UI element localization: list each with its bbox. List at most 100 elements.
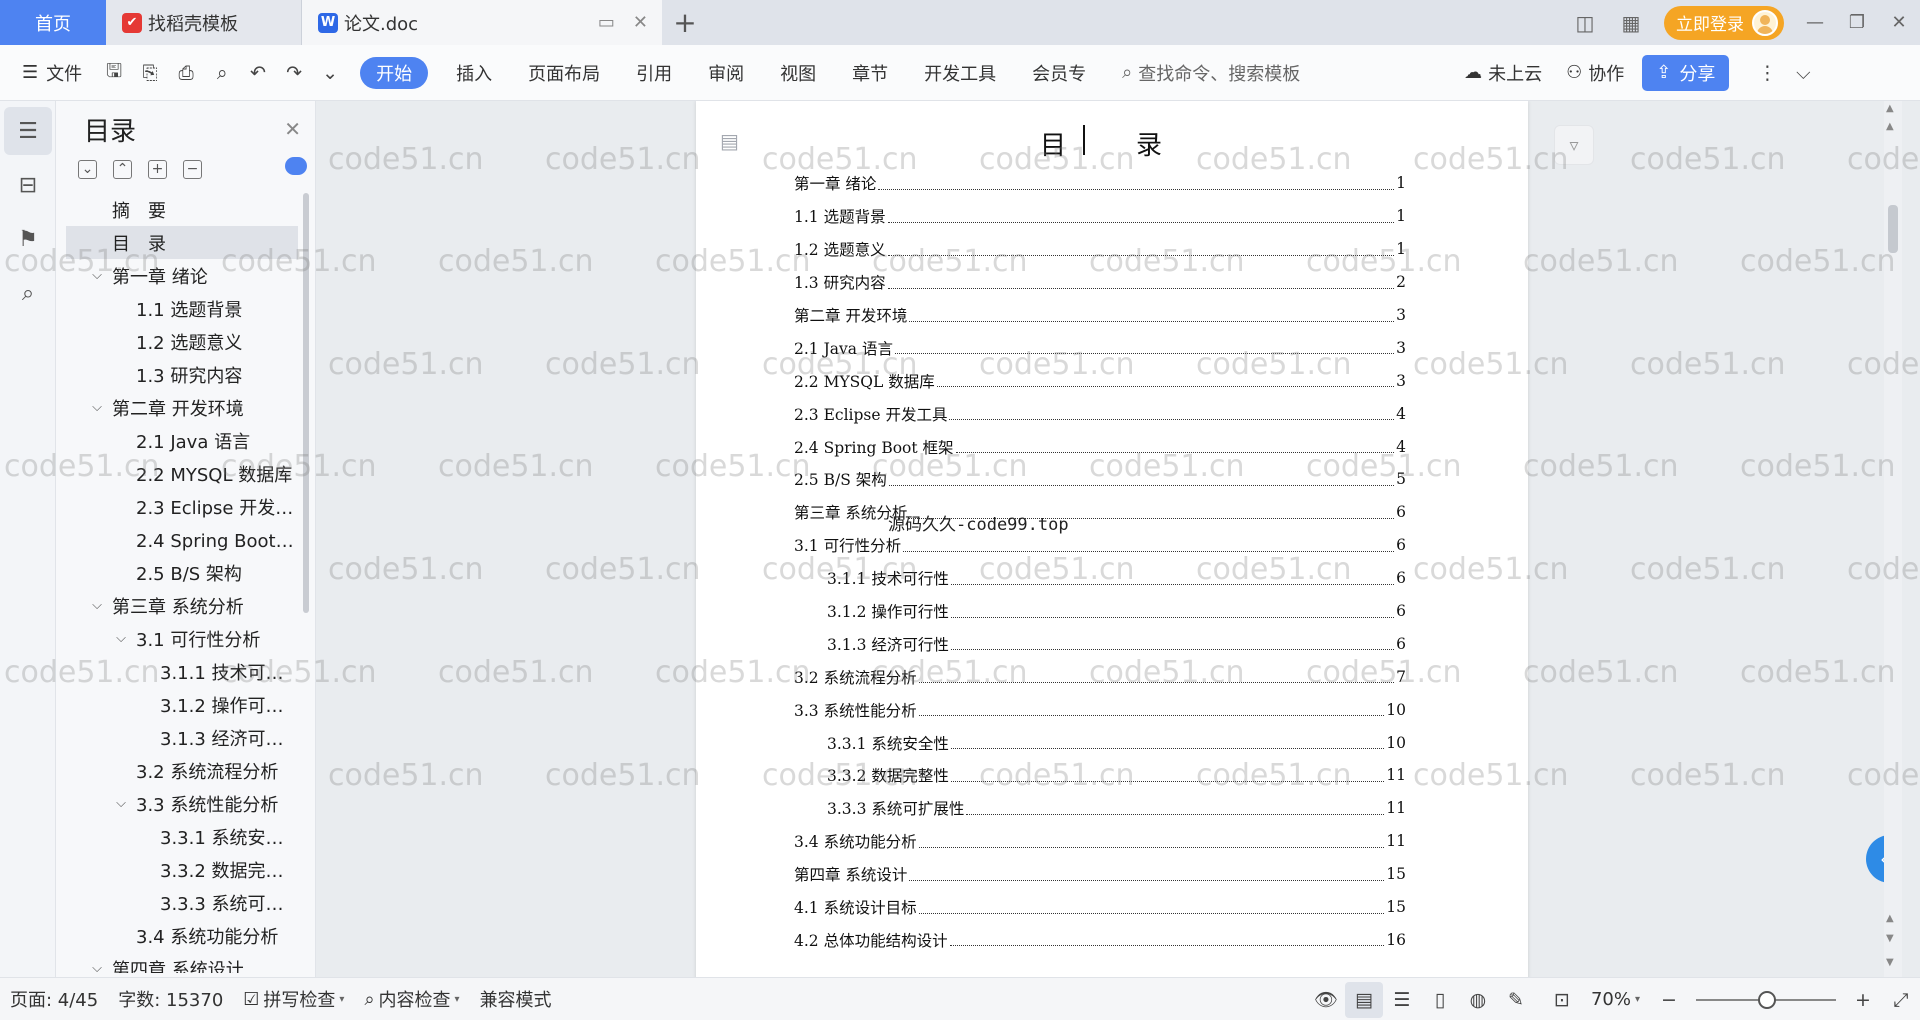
close-window-icon[interactable]: ✕ [1878,0,1920,45]
zoom-slider-knob[interactable] [1758,990,1776,1009]
toc-entry[interactable]: 3.1 可行性分析 6 [794,529,1406,562]
toc-entry[interactable]: 3.4 系统功能分析 11 [794,825,1406,858]
print-preview-icon[interactable]: ⌕ [204,55,240,91]
toc-entry[interactable]: 2.3 Eclipse 开发工具 4 [794,397,1406,430]
outline-item[interactable]: 2.3 Eclipse 开发工具 [66,490,298,523]
toc-entry[interactable]: 3.3 系统性能分析 10 [794,693,1406,726]
toc-entry[interactable]: 3.3.1 系统安全性 10 [794,726,1406,759]
outline-item[interactable]: 2.2 MYSQL 数据库 [66,457,298,490]
cloud-status-button[interactable]: ☁ 未上云 [1452,60,1554,86]
word-count[interactable]: 字数: 15370 [108,986,233,1012]
chevron-down-icon[interactable]: ⌵ [88,400,106,415]
tab-section[interactable]: 章节 [834,57,906,89]
remove-heading-icon[interactable]: − [183,159,202,179]
monitor-icon[interactable]: ▭ [598,12,615,33]
login-button[interactable]: 立即登录 [1664,5,1784,40]
new-tab-button[interactable]: + [662,0,708,45]
outline-item[interactable]: 3.2 系统流程分析 [66,754,298,787]
outline-item[interactable]: 2.4 Spring Boot 框架 [66,523,298,556]
restore-icon[interactable]: ❐ [1836,0,1878,45]
reading-view-icon[interactable]: ▯ [1421,982,1459,1018]
export-pdf-icon[interactable]: ⎘ [132,55,168,91]
outline-item[interactable]: ⌵ 第一章 绪论 [66,259,298,292]
toc-entry[interactable]: 3.2 系统流程分析 7 [794,660,1406,693]
redo-icon[interactable]: ↷ [276,55,312,91]
outline-item[interactable]: ⌵ 第四章 系统设计 [66,952,298,974]
toc-entry[interactable]: 第三章 系统分析 6 [794,496,1406,529]
tab-view[interactable]: 视图 [762,57,834,89]
apps-grid-icon[interactable]: ▦ [1608,0,1654,45]
tab-start[interactable]: 开始 [360,56,429,89]
close-tab-icon[interactable]: ✕ [633,12,648,33]
outline-item[interactable]: 1.1 选题背景 [66,292,298,325]
outline-item[interactable]: 3.3.2 数据完整性 [66,853,298,886]
collapse-all-icon[interactable]: ⌃ [113,159,132,179]
outline-scrollbar[interactable] [303,193,309,613]
toc-entry[interactable]: 2.2 MYSQL 数据库 3 [794,364,1406,397]
search-icon[interactable]: ⌕ [4,269,52,317]
toc-entry[interactable]: 2.4 Spring Boot 框架 4 [794,430,1406,463]
toc-entry[interactable]: 1.1 选题背景 1 [794,200,1406,233]
collapse-ribbon-icon[interactable]: ⌵ [1785,55,1821,91]
minimize-icon[interactable]: — [1794,0,1836,45]
tab-docer-templates[interactable]: ✔ 找稻壳模板 [106,0,302,45]
tab-developer[interactable]: 开发工具 [906,57,1014,89]
more-options-icon[interactable]: ⋮ [1749,55,1785,91]
chevron-down-icon[interactable]: ⌵ [88,961,106,973]
undo-icon[interactable]: ↶ [240,55,276,91]
outline-item[interactable]: 摘 要 [66,193,298,226]
page-indicator[interactable]: 页面: 4/45 [0,986,108,1012]
outline-view-icon[interactable]: ☰ [1383,982,1421,1018]
outline-item[interactable]: ⌵ 第三章 系统分析 [66,589,298,622]
outline-item[interactable]: ⌵ 3.1 可行性分析 [66,622,298,655]
toc-entry[interactable]: 第一章 绪论 1 [794,167,1406,200]
zoom-in-icon[interactable]: + [1844,982,1882,1018]
filter-icon[interactable]: ▿ [1554,125,1594,165]
outline-item[interactable]: ⌵ 第二章 开发环境 [66,391,298,424]
zoom-slider[interactable] [1696,990,1836,1009]
outline-item[interactable]: 1.2 选题意义 [66,325,298,358]
fullscreen-icon[interactable]: ⤢ [1882,982,1920,1018]
write-mode-icon[interactable]: ✎ [1497,982,1535,1018]
toc-entry[interactable]: 1.2 选题意义 1 [794,233,1406,266]
tab-references[interactable]: 引用 [618,57,690,89]
outline-item[interactable]: 3.3.3 系统可扩展性 [66,886,298,919]
scroll-top-icon[interactable]: ▲ [1886,121,1894,132]
tab-review[interactable]: 审阅 [690,57,762,89]
layout-toggle-icon[interactable]: ◫ [1562,0,1608,45]
command-search[interactable]: ⌕ 查找命令、搜索模板 [1122,60,1452,86]
close-icon[interactable]: ✕ [284,117,301,141]
add-heading-icon[interactable]: + [148,159,167,179]
zoom-level[interactable]: 70% ▾ [1581,989,1650,1010]
outline-icon[interactable]: ☰ [4,107,52,155]
toc-entry[interactable]: 4.2 总体功能结构设计 16 [794,923,1406,956]
outline-item[interactable]: 3.4 系统功能分析 [66,919,298,952]
ai-assistant-icon[interactable] [285,157,307,175]
outline-item[interactable]: 2.5 B/S 架构 [66,556,298,589]
chevron-down-icon[interactable]: ⌵ [112,796,130,811]
tab-home[interactable]: 首页 [0,0,106,45]
chevron-down-icon[interactable]: ⌵ [88,598,106,613]
outline-item[interactable]: 3.1.1 技术可行性 [66,655,298,688]
outline-item[interactable]: ⌵ 3.3 系统性能分析 [66,787,298,820]
chevron-down-icon[interactable]: ⌵ [112,631,130,646]
toc-entry[interactable]: 3.3.2 数据完整性 11 [794,759,1406,792]
tab-document[interactable]: W 论文.doc ▭ ✕ [302,0,662,45]
tab-insert[interactable]: 插入 [438,57,510,89]
scroll-thumb[interactable] [1888,205,1898,253]
zoom-out-icon[interactable]: − [1650,982,1688,1018]
navigation-icon[interactable]: ⊟ [4,161,52,209]
bookmark-icon[interactable]: ⚑ [4,215,52,263]
page-up-icon[interactable]: ▲ [1886,913,1894,924]
outline-item[interactable]: 3.3.1 系统安全性 [66,820,298,853]
toc-entry[interactable]: 4.1 系统设计目标 15 [794,891,1406,924]
more-quick-icon[interactable]: ⌄ [312,55,348,91]
file-menu[interactable]: ☰ 文件 [0,60,96,86]
eye-protection-icon[interactable]: 👁 [1307,982,1345,1018]
toc-entry[interactable]: 3.1.1 技术可行性 6 [794,562,1406,595]
outline-item[interactable]: 目 录 [66,226,298,259]
document-page[interactable]: ▤ 目 录 第一章 绪论 1 1.1 选题背景 1 1.2 选题意义 1 1.3 研究内容 2… [696,101,1528,977]
outline-item[interactable]: 2.1 Java 语言 [66,424,298,457]
content-check-button[interactable]: ⌕ 内容检查 ▾ [354,986,469,1012]
toc-entry[interactable]: 2.5 B/S 架构 5 [794,463,1406,496]
